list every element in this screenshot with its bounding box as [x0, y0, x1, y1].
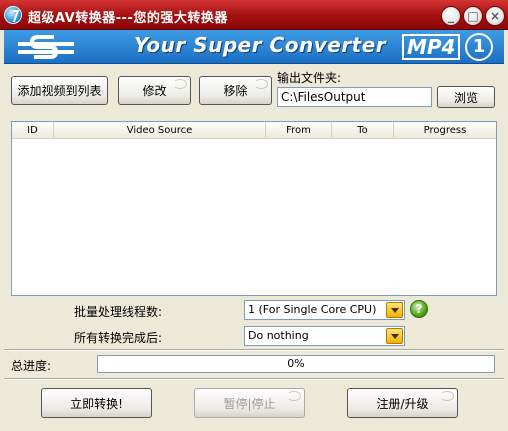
browse-label: 浏览 — [453, 90, 478, 105]
convert-now-label: 立即转换! — [70, 396, 123, 411]
output-path-field[interactable]: C:\FilesOutput — [277, 87, 432, 107]
after-complete-select[interactable]: Do nothing — [244, 326, 405, 346]
browse-button[interactable]: 浏览 — [437, 86, 495, 108]
minimize-button[interactable]: _ — [441, 6, 461, 26]
output-folder-label: 输出文件夹: — [277, 71, 342, 85]
add-video-label: 添加视频到列表 — [17, 84, 102, 98]
number-badge: 1 — [465, 33, 493, 61]
close-button[interactable]: × — [485, 6, 505, 26]
after-complete-value: Do nothing — [248, 329, 309, 342]
swirl-decoration-icon — [173, 79, 187, 89]
swirl-decoration-icon — [254, 79, 268, 89]
column-video-source[interactable]: Video Source — [54, 122, 266, 138]
pause-stop-button[interactable]: 暂停|停止 — [194, 388, 305, 418]
list-header: ID Video Source From To Progress — [12, 122, 496, 139]
divider — [4, 349, 504, 351]
remove-label: 移除 — [223, 84, 248, 98]
mp4-badge: MP4 — [402, 34, 461, 60]
chevron-down-icon[interactable] — [386, 302, 403, 318]
add-video-button[interactable]: 添加视频到列表 — [11, 76, 108, 105]
edit-button[interactable]: 修改 — [118, 76, 191, 105]
column-id[interactable]: ID — [12, 122, 54, 138]
remove-button[interactable]: 移除 — [199, 76, 272, 105]
edit-label: 修改 — [142, 84, 167, 98]
video-list[interactable]: ID Video Source From To Progress — [11, 121, 497, 296]
total-progress-bar: 0% — [97, 355, 495, 373]
swirl-decoration-icon — [287, 391, 301, 401]
column-from[interactable]: From — [266, 122, 332, 138]
after-complete-label: 所有转换完成后: — [74, 331, 163, 345]
progress-percent: 0% — [287, 357, 305, 370]
banner: Your Super Converter MP4 1 — [4, 30, 504, 64]
total-progress-label: 总进度: — [11, 359, 52, 373]
register-upgrade-label: 注册/升级 — [376, 396, 429, 411]
convert-now-button[interactable]: 立即转换! — [41, 388, 152, 418]
pause-stop-label: 暂停|停止 — [223, 396, 276, 411]
title-bar[interactable]: 超级AV转换器---您的强大转换器 _ □ × — [0, 0, 508, 30]
help-icon[interactable]: ? — [410, 300, 428, 318]
logo-icon — [18, 35, 74, 59]
register-upgrade-button[interactable]: 注册/升级 — [347, 388, 458, 418]
window-title: 超级AV转换器---您的强大转换器 — [28, 11, 228, 26]
threads-label: 批量处理线程数: — [74, 305, 163, 319]
column-to[interactable]: To — [332, 122, 394, 138]
maximize-button[interactable]: □ — [463, 6, 483, 26]
threads-select[interactable]: 1 (For Single Core CPU) — [244, 300, 405, 320]
column-progress[interactable]: Progress — [394, 122, 496, 138]
chevron-down-icon[interactable] — [386, 328, 403, 344]
threads-value: 1 (For Single Core CPU) — [248, 303, 377, 316]
banner-title: Your Super Converter — [134, 33, 387, 57]
app-icon — [4, 6, 22, 24]
divider — [4, 378, 504, 380]
swirl-decoration-icon — [440, 391, 454, 401]
